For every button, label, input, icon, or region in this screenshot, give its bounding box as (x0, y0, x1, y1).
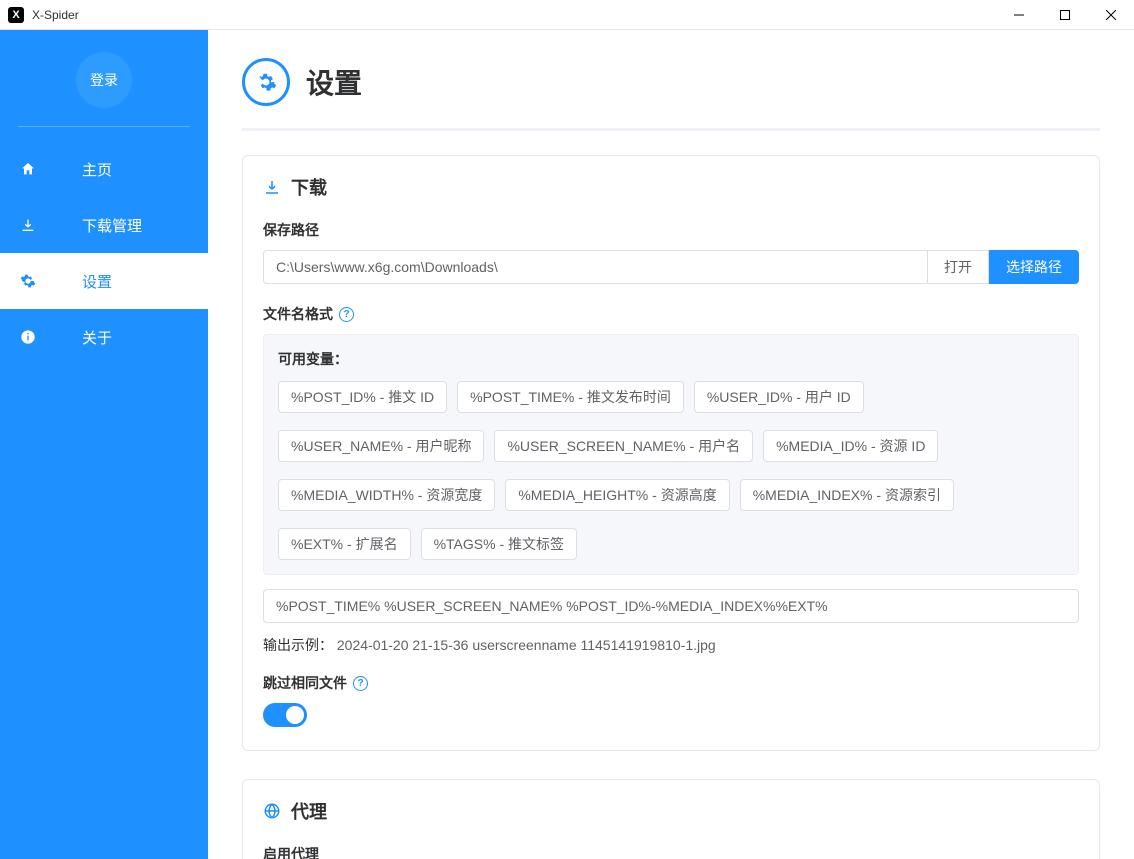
download-card: 下载 保存路径 打开 选择路径 文件名格式 ? 可用变量： %POST_ID% … (242, 155, 1100, 751)
variable-chip[interactable]: %MEDIA_INDEX% - 资源索引 (740, 479, 954, 511)
variables-panel: 可用变量： %POST_ID% - 推文 ID %POST_TIME% - 推文… (263, 334, 1079, 575)
sidebar-item-label: 主页 (82, 159, 112, 180)
variable-chip[interactable]: %USER_ID% - 用户 ID (694, 381, 864, 413)
sidebar: 登录 主页 下载管理 设置 关于 (0, 30, 208, 859)
gear-icon (242, 58, 290, 106)
proxy-card: 代理 启用代理 代理地址 (242, 779, 1100, 859)
save-path-input[interactable] (263, 250, 928, 284)
sidebar-item-about[interactable]: 关于 (0, 309, 208, 365)
login-button[interactable]: 登录 (76, 52, 132, 108)
minimize-button[interactable] (996, 0, 1042, 30)
sidebar-item-label: 下载管理 (82, 215, 142, 236)
variable-chip[interactable]: %POST_ID% - 推文 ID (278, 381, 447, 413)
variable-chip[interactable]: %EXT% - 扩展名 (278, 528, 411, 560)
variable-chip[interactable]: %USER_SCREEN_NAME% - 用户名 (494, 430, 753, 462)
download-icon (263, 178, 281, 196)
sidebar-item-settings[interactable]: 设置 (0, 253, 208, 309)
app-logo: X (8, 7, 24, 23)
card-title: 代理 (291, 798, 327, 824)
titlebar: X X-Spider (0, 0, 1134, 30)
filename-format-label-text: 文件名格式 (263, 304, 333, 324)
card-title: 下载 (291, 174, 327, 200)
variable-chip[interactable]: %USER_NAME% - 用户昵称 (278, 430, 484, 462)
sidebar-item-home[interactable]: 主页 (0, 141, 208, 197)
save-path-label: 保存路径 (263, 220, 1079, 240)
variable-chip[interactable]: %POST_TIME% - 推文发布时间 (457, 381, 684, 413)
page-header: 设置 (242, 58, 1100, 131)
skip-same-label: 跳过相同文件 ? (263, 673, 1079, 693)
globe-icon (263, 802, 281, 820)
sidebar-item-label: 关于 (82, 327, 112, 348)
help-icon[interactable]: ? (353, 676, 368, 691)
help-icon[interactable]: ? (339, 307, 354, 322)
output-example-label: 输出示例： (263, 637, 333, 653)
info-icon (18, 329, 38, 345)
filename-pattern-input[interactable] (263, 589, 1079, 623)
output-example-value: 2024-01-20 21-15-36 userscreenname 11451… (337, 637, 716, 653)
maximize-button[interactable] (1042, 0, 1088, 30)
home-icon (18, 161, 38, 177)
sidebar-divider (18, 126, 190, 127)
close-button[interactable] (1088, 0, 1134, 30)
enable-proxy-label: 启用代理 (263, 844, 1079, 859)
variable-chip[interactable]: %MEDIA_HEIGHT% - 资源高度 (505, 479, 729, 511)
open-button[interactable]: 打开 (928, 250, 989, 284)
variable-chip[interactable]: %MEDIA_WIDTH% - 资源宽度 (278, 479, 495, 511)
gear-icon (18, 273, 38, 289)
variables-title: 可用变量： (278, 349, 1064, 369)
choose-path-button[interactable]: 选择路径 (989, 250, 1079, 284)
variable-chip[interactable]: %MEDIA_ID% - 资源 ID (763, 430, 938, 462)
variable-chip[interactable]: %TAGS% - 推文标签 (421, 528, 577, 560)
download-icon (18, 217, 38, 233)
filename-format-label: 文件名格式 ? (263, 304, 1079, 324)
skip-same-toggle[interactable] (263, 703, 307, 727)
sidebar-item-downloads[interactable]: 下载管理 (0, 197, 208, 253)
skip-same-label-text: 跳过相同文件 (263, 673, 347, 693)
sidebar-item-label: 设置 (82, 271, 112, 292)
page-title: 设置 (306, 62, 362, 102)
window-controls (996, 0, 1134, 30)
output-example: 输出示例： 2024-01-20 21-15-36 userscreenname… (263, 635, 1079, 655)
window-title: X-Spider (32, 8, 79, 22)
content-scroll[interactable]: 设置 下载 保存路径 打开 选择路径 文件名格式 ? (208, 30, 1134, 859)
